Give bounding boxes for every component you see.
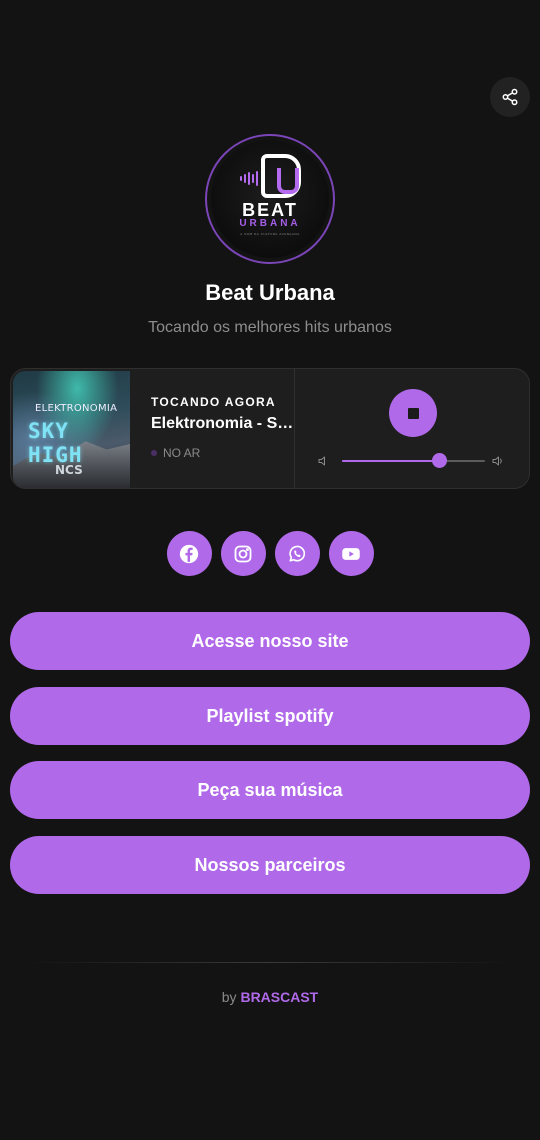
logo-mark [239,154,301,198]
cover-title-text: SKY HIGH [28,419,83,467]
instagram-button[interactable] [220,531,266,576]
link-page: BEAT URBANA A SOM DA CULTURA AVANÇADA Be… [0,0,540,1140]
station-description: Tocando os melhores hits urbanos [148,319,392,336]
track-info: TOCANDO AGORA Elektronomia - Sky High NO… [151,395,296,460]
whatsapp-button[interactable] [274,531,320,576]
logo-subtitle: URBANA [239,218,301,229]
player-controls [294,369,529,488]
logo-badge: BEAT URBANA A SOM DA CULTURA AVANÇADA [211,140,329,258]
volume-low-icon[interactable] [317,455,329,467]
footer-divider [25,962,515,963]
radio-player: ELEKTRONOMIA SKY HIGH NCS TOCANDO AGORA … [10,368,530,489]
volume-slider[interactable] [342,460,485,462]
cover-label-text: NCS [55,463,83,477]
instagram-icon [234,545,252,562]
volume-high-icon[interactable] [492,455,504,467]
social-links [0,531,540,576]
track-title: Elektronomia - Sky High [151,415,296,432]
footer-prefix: by [221,989,237,1005]
station-logo: BEAT URBANA A SOM DA CULTURA AVANÇADA [205,134,335,264]
volume-slider-thumb[interactable] [431,453,447,468]
logo-tagline: A SOM DA CULTURA AVANÇADA [240,232,300,236]
logo-letter-mark [260,154,301,198]
stop-icon [407,407,419,419]
link-button-website[interactable]: Acesse nosso site [10,612,530,670]
share-icon [502,88,518,106]
footer-brand-link[interactable]: BRASCAST [240,989,318,1005]
youtube-icon [342,547,360,560]
volume-fill [342,460,440,462]
facebook-button[interactable] [166,531,212,576]
link-button-song-request[interactable]: Peça sua música [10,761,530,819]
link-button-spotify-playlist[interactable]: Playlist spotify [10,687,530,745]
facebook-icon [179,544,199,563]
link-button-partners[interactable]: Nossos parceiros [10,836,530,894]
footer: by BRASCAST [0,989,540,1005]
youtube-button[interactable] [328,531,374,576]
cover-artist-text: ELEKTRONOMIA [35,403,118,414]
logo-title: BEAT [242,200,298,220]
now-playing-label: TOCANDO AGORA [151,395,276,409]
station-name: Beat Urbana [205,280,335,305]
stop-button[interactable] [389,389,437,437]
album-cover: ELEKTRONOMIA SKY HIGH NCS [13,371,130,488]
whatsapp-icon [289,545,306,561]
share-button[interactable] [490,77,530,117]
live-status-text: NO AR [163,446,201,460]
live-status: NO AR [151,446,296,460]
logo-equalizer [239,171,258,186]
live-dot-icon [151,450,157,456]
